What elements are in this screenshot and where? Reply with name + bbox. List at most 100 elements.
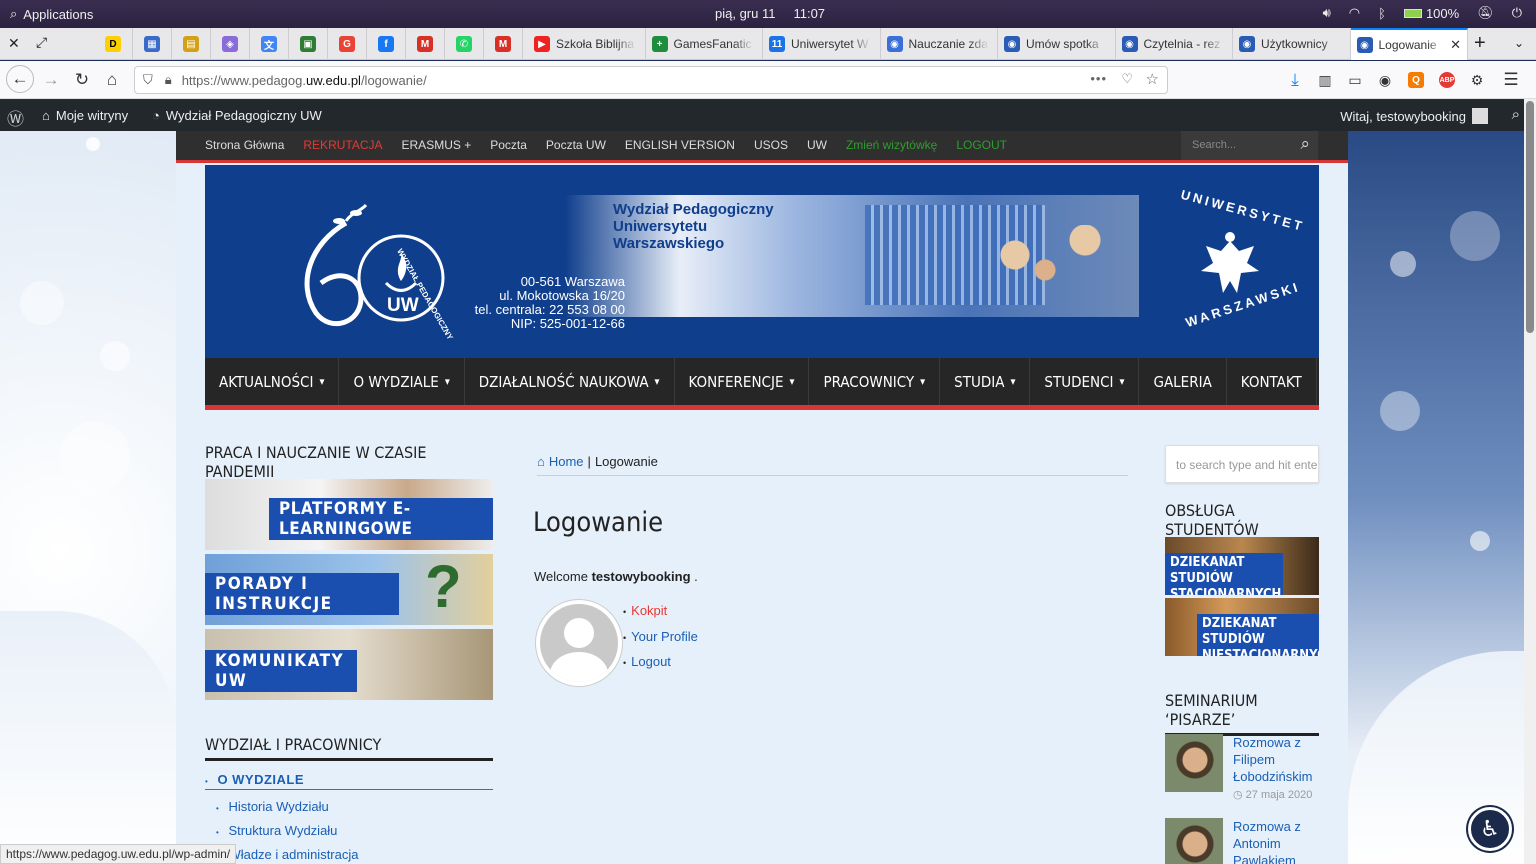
sidebar-search[interactable]: to search type and hit enter [1165,445,1319,483]
library-icon[interactable]: ▥ [1314,69,1336,91]
main-nav-item[interactable]: STUDENCI ▾ [1030,358,1140,405]
pinned-tab[interactable]: M [484,28,523,60]
accessibility-icon[interactable]: ♿︎ [1468,807,1512,851]
reload-icon[interactable]: ↻ [71,69,93,91]
main-nav-item[interactable]: PRACOWNICY ▾ [809,358,941,405]
pinned-tab[interactable]: G [328,28,367,60]
faculty-sublink[interactable]: • Władze i administracja [216,844,358,864]
account-icon[interactable]: ◉ [1374,69,1396,91]
applications-menu[interactable]: ⌕ Applications [10,6,93,22]
post-thumbnail[interactable] [1165,818,1223,864]
tips-instructions-banner[interactable]: PORADY I INSTRUKCJE ? [205,554,493,625]
extension-icon[interactable]: Q [1408,72,1424,88]
elearning-platforms-banner[interactable]: PLATFORMY E-LEARNINGOWE [205,479,493,550]
tab-szkoła-biblijna[interactable]: ▶ Szkoła Biblijna [528,28,646,60]
account-link[interactable]: • Logout [623,650,698,676]
pinned-tab[interactable]: 文 [250,28,289,60]
tab-favicon-icon: + [651,36,668,52]
main-nav-item[interactable]: KONTAKT [1227,358,1317,405]
main-nav-item[interactable]: AKTUALNOŚCI ▾ [205,358,340,405]
top-nav-link[interactable]: Poczta [490,138,527,152]
new-tab-icon[interactable]: + [1474,32,1486,55]
account-menu[interactable]: Witaj, testowybooking [1340,108,1488,124]
search-icon[interactable]: ⌕ [1512,106,1520,123]
parttime-office-banner[interactable]: DZIEKANAT STUDIÓW NIESTACJONARNYCH [1165,598,1319,656]
pinned-tab[interactable]: M [406,28,445,60]
top-nav-link[interactable]: REKRUTACJA [303,138,382,152]
tab-czytelnia-rez[interactable]: ◉ Czytelnia - rez [1116,28,1233,60]
extensions-puzzle-icon[interactable]: ⚙ [1466,69,1488,91]
close-tab-icon[interactable]: ✕ [1450,37,1461,53]
fulltime-office-banner[interactable]: DZIEKANAT STUDIÓW STACJONARNYCH [1165,537,1319,595]
header-banner[interactable]: UW WYDZIAŁ PEDAGOGICZNY Wydział Pedagogi… [205,165,1319,358]
main-nav-item[interactable]: KONFERENCJE ▾ [675,358,810,405]
sidebar-icon[interactable]: ▭ [1344,69,1366,91]
clock[interactable]: pią, gru 11 11:07 [715,6,825,21]
tab-list-menu-icon[interactable]: ⌄ [1514,36,1524,50]
forward-icon[interactable]: → [40,69,62,91]
pinned-tab[interactable]: ▦ [133,28,172,60]
pinned-tab[interactable]: ◈ [211,28,250,60]
fullscreen-icon[interactable]: ⤢ [36,34,47,51]
home-icon[interactable]: ⌂ [101,69,123,91]
faculty-sublink[interactable]: • Historia Wydziału [216,796,358,820]
tab-nauczanie-zda[interactable]: ◉ Nauczanie zda [881,28,998,60]
system-tray[interactable]: 🔊︎ ◠ ᛒ 100% 🔕︎ ⏻ [1323,5,1522,21]
downloads-icon[interactable]: ⤓ [1284,69,1306,91]
lock-icon[interactable]: 🔒︎ [165,72,172,88]
close-window-icon[interactable]: ✕ [8,35,20,52]
top-nav-link[interactable]: ERASMUS + [402,138,472,152]
shield-icon[interactable]: ⛉ [143,72,153,88]
scrollbar-thumb[interactable] [1526,101,1534,333]
home-icon[interactable]: ⌂ [537,454,545,469]
pinned-tab[interactable]: D [94,28,133,60]
top-nav-link[interactable]: Poczta UW [546,138,606,152]
faculty-menu-main[interactable]: • O WYDZIALE [205,772,493,790]
breadcrumb-home-link[interactable]: Home [549,454,584,469]
sidebar-search-input[interactable]: to search type and hit enter [1176,458,1318,472]
url-bar[interactable]: ⛉ 🔒︎ https://www.pedagog.uw.edu.pl/logow… [134,66,1168,94]
post-title-link[interactable]: Rozmowa z Antonim Pawlakiem [1233,818,1319,864]
uw-announcements-banner[interactable]: KOMUNIKATY UW [205,629,493,700]
top-nav-link[interactable]: UW [807,138,827,152]
seminar-post[interactable]: Rozmowa z Filipem Łobodzińskim ◷ 27 maja … [1165,734,1319,818]
seminar-post[interactable]: Rozmowa z Antonim Pawlakiem [1165,818,1319,864]
tab-gamesfanatic[interactable]: + GamesFanatic [646,28,763,60]
site-menu[interactable]: ◔ Wydział Pedagogiczny UW [152,108,322,123]
top-nav-link[interactable]: Strona Główna [205,138,284,152]
post-thumbnail[interactable] [1165,734,1223,792]
adblock-icon[interactable]: ABP [1439,72,1455,88]
back-icon[interactable]: ← [6,65,34,93]
tab-umów-spotka[interactable]: ◉ Umów spotka [998,28,1116,60]
main-nav-item[interactable]: O WYDZIALE ▾ [339,358,465,405]
tab-uniwersytet-w[interactable]: 11 Uniwersytet W [763,28,881,60]
search-icon[interactable]: ⌕ [1300,134,1310,154]
post-title-link[interactable]: Rozmowa z Filipem Łobodzińskim [1233,734,1319,785]
bookmark-star-icon[interactable]: ☆ [1146,70,1159,88]
top-nav-link[interactable]: USOS [754,138,788,152]
hamburger-menu-icon[interactable]: ☰ [1500,69,1522,91]
page-actions-icon[interactable]: ••• [1090,71,1107,86]
pocket-icon[interactable]: ♡ [1121,71,1133,87]
main-nav-item[interactable]: STUDIA ▾ [940,358,1031,405]
top-nav-link[interactable]: LOGOUT [956,138,1007,152]
pinned-tab[interactable]: ▣ [289,28,328,60]
faculty-sublink[interactable]: • Struktura Wydziału [216,820,358,844]
top-nav-link[interactable]: Zmień wizytówkę [846,138,937,152]
pinned-tab[interactable]: ▤ [172,28,211,60]
faculty-60-logo: UW WYDZIAŁ PEDAGOGICZNY [291,203,455,341]
my-sites-menu[interactable]: ⌂ Moje witryny [42,108,128,123]
tab-logowanie[interactable]: ◉ Logowanie ✕ [1350,28,1468,60]
account-link[interactable]: • Your Profile [623,625,698,651]
main-nav-item[interactable]: DZIAŁALNOŚĆ NAUKOWA ▾ [465,358,675,405]
wordpress-logo-icon[interactable]: Ⓦ [7,105,24,130]
account-link[interactable]: • Kokpit [623,599,698,625]
faculty-main-link[interactable]: O WYDZIALE [217,772,304,787]
tab-użytkownicy[interactable]: ◉ Użytkownicy [1233,28,1351,60]
pinned-tab[interactable]: f [367,28,406,60]
page-scrollbar[interactable] [1524,99,1536,864]
top-search-input[interactable]: Search... [1192,139,1236,151]
main-nav-item[interactable]: GALERIA [1139,358,1227,405]
top-nav-link[interactable]: ENGLISH VERSION [625,138,735,152]
pinned-tab[interactable]: ✆ [445,28,484,60]
